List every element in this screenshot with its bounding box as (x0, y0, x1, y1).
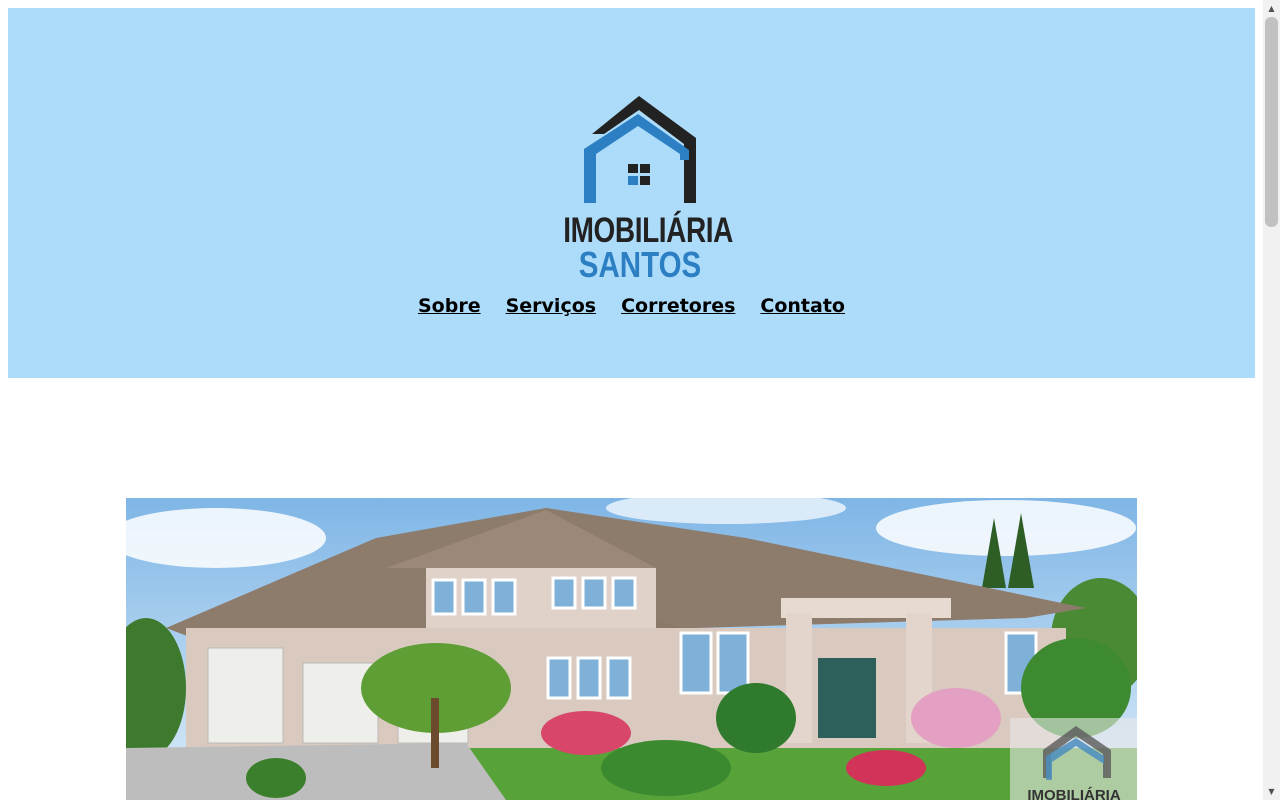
company-logo[interactable]: IMOBILIÁRIA SANTOS (544, 88, 736, 288)
scrollbar-thumb[interactable] (1265, 17, 1278, 227)
scroll-up-icon[interactable]: ▲ (1263, 0, 1280, 17)
hero-house-image: IMOBILIÁRIA (126, 498, 1137, 800)
watermark-text: IMOBILIÁRIA (1027, 787, 1120, 800)
vertical-scrollbar[interactable]: ▲ ▼ (1263, 0, 1280, 800)
house-logo-icon (584, 96, 696, 203)
nav-link-sobre[interactable]: Sobre (418, 295, 481, 317)
logo-text-santos: SANTOS (578, 244, 702, 285)
main-nav: Sobre Serviços Corretores Contato (8, 295, 1255, 317)
nav-link-corretores[interactable]: Corretores (621, 295, 735, 317)
scroll-down-icon[interactable]: ▼ (1263, 783, 1280, 800)
nav-link-contato[interactable]: Contato (760, 295, 845, 317)
site-header: IMOBILIÁRIA SANTOS Sobre Serviços Corret… (8, 8, 1255, 378)
nav-link-servicos[interactable]: Serviços (506, 295, 596, 317)
